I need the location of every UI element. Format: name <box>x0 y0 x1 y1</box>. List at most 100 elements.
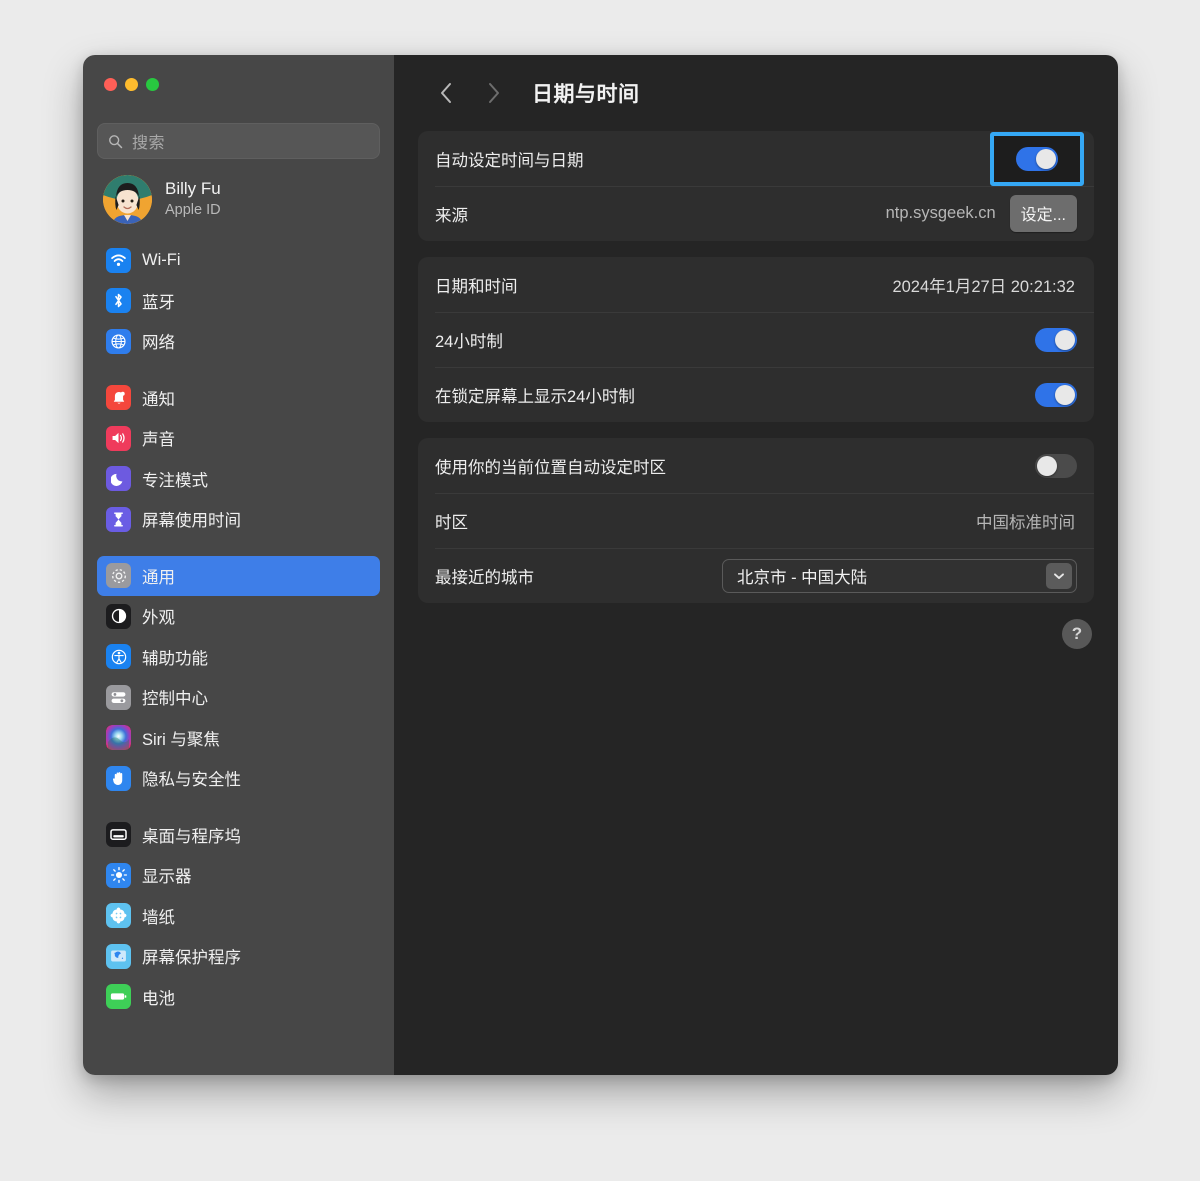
sidebar-group-network: Wi-Fi 蓝牙 网络 <box>97 240 380 362</box>
sidebar-item-appearance[interactable]: 外观 <box>97 596 380 637</box>
time-source-value: ntp.sysgeek.cn <box>885 204 996 222</box>
search-icon <box>108 134 123 149</box>
wifi-icon <box>106 247 131 273</box>
sidebar-item-accessibility[interactable]: 辅助功能 <box>97 637 380 678</box>
sidebar-item-displays[interactable]: 显示器 <box>97 855 380 896</box>
lock-screen-24-hour-toggle[interactable] <box>1035 382 1077 407</box>
row-label: 来源 <box>435 206 468 225</box>
sidebar-nav: Wi-Fi 蓝牙 网络 通知 声音 专注模式 屏幕使用时间 通用 外观 辅助功能… <box>97 240 380 1033</box>
closest-city-select[interactable]: 北京市 - 中国大陆 <box>722 558 1077 593</box>
close-button[interactable] <box>104 78 117 91</box>
apple-id-profile[interactable]: Billy Fu Apple ID <box>97 159 380 238</box>
back-button[interactable] <box>424 73 470 113</box>
row-label: 24小时制 <box>435 332 503 351</box>
row-label: 时区 <box>435 513 468 532</box>
sidebar-item-control-center[interactable]: 控制中心 <box>97 677 380 718</box>
timezone-value: 中国标准时间 <box>976 513 1075 532</box>
row-auto-set-time[interactable]: 自动设定时间与日期 <box>418 131 1094 186</box>
row-closest-city[interactable]: 最接近的城市 北京市 - 中国大陆 <box>418 548 1094 603</box>
sidebar-item-general[interactable]: 通用 <box>97 555 380 596</box>
sidebar-item-label: 墙纸 <box>142 908 175 927</box>
row-label: 在锁定屏幕上显示24小时制 <box>435 387 635 406</box>
control-center-icon <box>106 684 131 710</box>
sidebar-item-label: 网络 <box>142 334 175 353</box>
sidebar-item-label: 电池 <box>142 989 175 1008</box>
date-time-value: 2024年1月27日 20:21:32 <box>892 277 1075 296</box>
avatar <box>103 175 152 224</box>
chevron-down-icon[interactable] <box>1046 562 1072 589</box>
wallpaper-icon <box>106 903 131 929</box>
row-label: 自动设定时间与日期 <box>435 151 584 170</box>
sidebar-item-label: 桌面与程序坞 <box>142 827 241 846</box>
row-label: 使用你的当前位置自动设定时区 <box>435 458 666 477</box>
search-field[interactable]: 搜索 <box>97 123 380 159</box>
row-24-hour[interactable]: 24小时制 <box>418 312 1094 367</box>
help-button[interactable]: ? <box>1062 619 1092 649</box>
profile-name: Billy Fu <box>165 179 221 199</box>
sidebar-item-siri-spotlight[interactable]: Siri 与聚焦 <box>97 718 380 759</box>
appearance-icon <box>106 603 131 629</box>
moon-icon <box>106 466 131 492</box>
highlight-annotation <box>990 131 1084 186</box>
settings-card-date-time: 日期和时间 2024年1月27日 20:21:32 24小时制 在锁定屏幕上显示… <box>418 257 1094 422</box>
accessibility-icon <box>106 644 131 670</box>
sidebar-group-system: 通用 外观 辅助功能 控制中心 Siri 与聚焦 隐私与安全性 <box>97 555 380 799</box>
settings-card-auto-time: 自动设定时间与日期 来源 ntp.sysgeek.cn 设定... <box>418 131 1094 241</box>
sidebar-item-label: 屏幕使用时间 <box>142 512 241 531</box>
row-auto-timezone[interactable]: 使用你的当前位置自动设定时区 <box>418 438 1094 493</box>
sidebar-item-network[interactable]: 网络 <box>97 321 380 362</box>
main-content: 日期与时间 自动设定时间与日期 来源 ntp.sysgeek.cn 设定... <box>394 55 1118 1075</box>
sidebar-item-bluetooth[interactable]: 蓝牙 <box>97 281 380 322</box>
set-source-button[interactable]: 设定... <box>1009 195 1077 232</box>
page-title: 日期与时间 <box>532 83 640 106</box>
sidebar-item-focus[interactable]: 专注模式 <box>97 459 380 500</box>
brightness-icon <box>106 862 131 888</box>
globe-icon <box>106 328 131 354</box>
bell-icon <box>106 385 131 411</box>
minimize-button[interactable] <box>125 78 138 91</box>
auto-timezone-toggle[interactable] <box>1035 453 1077 478</box>
sidebar-item-privacy-security[interactable]: 隐私与安全性 <box>97 758 380 799</box>
maximize-button[interactable] <box>146 78 159 91</box>
sidebar-item-screensaver[interactable]: 屏幕保护程序 <box>97 936 380 977</box>
search-placeholder: 搜索 <box>132 135 166 152</box>
battery-icon <box>106 984 131 1010</box>
sidebar-item-label: Wi-Fi <box>142 250 181 269</box>
hand-icon <box>106 765 131 791</box>
desktop-dock-icon <box>106 822 131 848</box>
sidebar-item-label: 控制中心 <box>142 690 208 709</box>
sidebar-item-label: 蓝牙 <box>142 293 175 312</box>
24-hour-toggle[interactable] <box>1035 327 1077 352</box>
closest-city-value: 北京市 - 中国大陆 <box>737 568 868 587</box>
toggle-knob <box>1055 384 1075 405</box>
window-traffic-lights <box>97 55 380 115</box>
sidebar-item-label: 通知 <box>142 390 175 409</box>
row-24-hour-lock-screen[interactable]: 在锁定屏幕上显示24小时制 <box>418 367 1094 422</box>
row-timezone: 时区 中国标准时间 <box>418 493 1094 548</box>
sidebar-item-label: 辅助功能 <box>142 649 208 668</box>
help-row: ? <box>418 619 1094 649</box>
sidebar-item-battery[interactable]: 电池 <box>97 977 380 1018</box>
sidebar-item-sound[interactable]: 声音 <box>97 418 380 459</box>
sidebar-item-label: 显示器 <box>142 868 192 887</box>
profile-subtitle: Apple ID <box>165 202 221 219</box>
sidebar-group-alerts: 通知 声音 专注模式 屏幕使用时间 <box>97 378 380 540</box>
sidebar-item-screen-time[interactable]: 屏幕使用时间 <box>97 499 380 540</box>
row-time-source[interactable]: 来源 ntp.sysgeek.cn 设定... <box>418 186 1094 241</box>
sidebar-item-label: 专注模式 <box>142 471 208 490</box>
hourglass-icon <box>106 506 131 532</box>
sidebar-item-wallpaper[interactable]: 墙纸 <box>97 896 380 937</box>
auto-set-time-toggle[interactable] <box>1016 146 1058 171</box>
sidebar-group-display: 桌面与程序坞 显示器 墙纸 屏幕保护程序 电池 <box>97 815 380 1018</box>
speaker-icon <box>106 425 131 451</box>
content-header: 日期与时间 <box>418 55 1094 131</box>
sidebar-item-label: 声音 <box>142 431 175 450</box>
row-date-and-time: 日期和时间 2024年1月27日 20:21:32 <box>418 257 1094 312</box>
sidebar-item-label: 通用 <box>142 568 175 587</box>
bluetooth-icon <box>106 288 131 314</box>
sidebar-item-desktop-dock[interactable]: 桌面与程序坞 <box>97 815 380 856</box>
row-label: 最接近的城市 <box>435 568 534 587</box>
forward-button[interactable] <box>470 73 516 113</box>
sidebar-item-wifi[interactable]: Wi-Fi <box>97 240 380 281</box>
sidebar-item-notifications[interactable]: 通知 <box>97 378 380 419</box>
